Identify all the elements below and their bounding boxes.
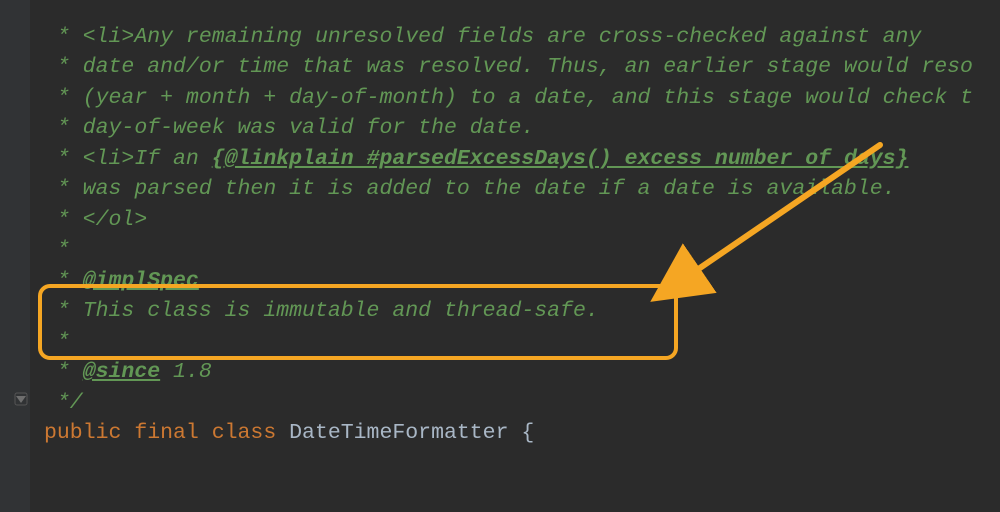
code-token-comment: <li> [83,25,135,49]
code-token-comment: * (year + month + day-of-month) to a dat… [44,86,973,110]
code-token-comment: * [44,330,70,354]
code-token-keyword: public final class [44,421,289,445]
code-line: * was parsed then it is added to the dat… [44,174,1000,205]
code-token-comment: * This class is immutable and thread-saf… [44,299,599,323]
code-token-doctag: @implSpec [83,269,199,293]
code-token-comment: * </ol> [44,208,147,232]
code-token-comment: 1.8 [160,360,212,384]
code-line: * @implSpec [44,266,1000,297]
code-token-comment: * [44,269,83,293]
code-token-comment: */ [44,391,83,415]
code-line: * @since 1.8 [44,357,1000,388]
code-editor[interactable]: * <li>Any remaining unresolved fields ar… [0,0,1000,512]
code-token-comment: * [44,25,83,49]
code-token-comment: * was parsed then it is added to the dat… [44,177,896,201]
code-area[interactable]: * <li>Any remaining unresolved fields ar… [30,22,1000,512]
code-token-comment: * [44,147,83,171]
code-token-doctag: @since [83,360,160,384]
code-token-comment: <li> [83,147,135,171]
code-token-classname: DateTimeFormatter [289,421,521,445]
code-token-doctag: {@linkplain #parsedExcessDays() excess n… [212,147,909,171]
code-token-comment: If an [134,147,211,171]
code-line: */ [44,388,1000,419]
code-line: public final class DateTimeFormatter { [44,418,1000,449]
code-token-comment: * date and/or time that was resolved. Th… [44,55,973,79]
code-line: * <li>Any remaining unresolved fields ar… [44,22,1000,53]
code-token-comment: * [44,360,83,384]
code-token-comment: * day-of-week was valid for the date. [44,116,534,140]
code-line: * <li>If an {@linkplain #parsedExcessDay… [44,144,1000,175]
code-line: * This class is immutable and thread-saf… [44,296,1000,327]
code-token-comment: * [44,238,70,262]
code-line: * </ol> [44,205,1000,236]
code-line: * day-of-week was valid for the date. [44,113,1000,144]
code-token-comment: Any remaining unresolved fields are cros… [134,25,921,49]
code-line: * [44,327,1000,358]
code-token-plain: { [521,421,534,445]
code-line: * (year + month + day-of-month) to a dat… [44,83,1000,114]
code-line: * [44,235,1000,266]
editor-gutter [0,0,30,512]
code-line: * date and/or time that was resolved. Th… [44,52,1000,83]
